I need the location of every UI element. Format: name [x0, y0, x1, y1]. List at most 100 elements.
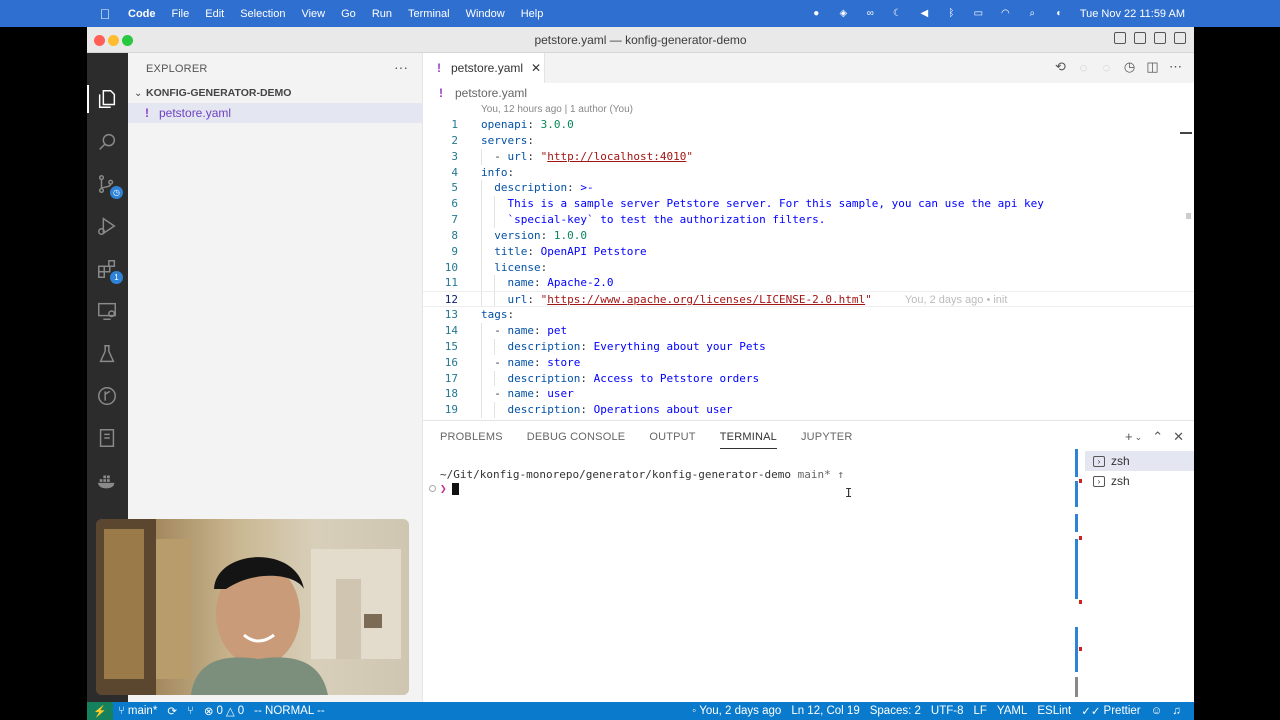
menu-code[interactable]: Code [120, 8, 164, 20]
code-line: 4 info: [451, 165, 515, 179]
encoding[interactable]: UTF-8 [926, 705, 969, 717]
explorer-icon[interactable] [95, 87, 119, 111]
wifi-icon[interactable]: ◠ [999, 8, 1012, 19]
remote-explorer-icon[interactable] [95, 299, 119, 323]
code-lines: 1 openapi: 3.0.0 2 servers: 3 - url: "http… [423, 117, 1194, 419]
tab-problems[interactable]: PROBLEMS [428, 421, 515, 453]
menu-view[interactable]: View [293, 8, 333, 20]
run-debug-icon[interactable] [95, 214, 119, 238]
tab-petstore-yaml[interactable]: ! petstore.yaml ✕ [423, 53, 545, 83]
previous-change-icon[interactable]: ◌ [1077, 60, 1090, 75]
search-icon[interactable] [95, 130, 119, 154]
customize-layout-icon[interactable] [1174, 32, 1186, 44]
git-graph-icon[interactable]: ⑂ [182, 705, 199, 717]
terminal-tab-zsh[interactable]: › zsh [1085, 471, 1194, 491]
commit-icon: ◦ [692, 705, 697, 717]
bluetooth-icon[interactable]: ᛒ [945, 8, 958, 19]
end-of-line[interactable]: LF [968, 705, 991, 717]
terminal-scrollbar[interactable] [1075, 449, 1082, 699]
toggle-panel-icon[interactable] [1134, 32, 1146, 44]
next-change-icon[interactable]: ◌ [1100, 60, 1113, 75]
tab-jupyter[interactable]: JUPYTER [789, 421, 865, 453]
sync-icon[interactable]: ⟳ [162, 704, 182, 718]
menu-go[interactable]: Go [333, 8, 364, 20]
branch-status[interactable]: ⑂ main* [113, 705, 162, 717]
codelens-blame[interactable]: You, 12 hours ago | 1 author (You) [481, 104, 633, 115]
new-terminal-icon[interactable]: + [1125, 429, 1133, 445]
terminal-tab-zsh[interactable]: › zsh [1085, 451, 1194, 471]
background-left [0, 27, 87, 720]
eslint-status[interactable]: ESLint [1032, 705, 1076, 717]
problems-status[interactable]: ⊗ 0 △ 0 [199, 704, 249, 718]
editor-actions: ⟲ ◌ ◌ ◷ ◫ ⋯ [1054, 59, 1182, 75]
search-icon[interactable]: ⌕ [1026, 8, 1039, 19]
terminal-icon: › [1093, 475, 1105, 487]
more-actions-icon[interactable]: ⋯ [1169, 59, 1182, 74]
code-editor[interactable]: You, 12 hours ago | 1 author (You) 1 open… [423, 103, 1194, 420]
git-graph-icon[interactable] [95, 384, 119, 408]
more-actions-icon[interactable]: ··· [394, 59, 408, 75]
explorer-title: EXPLORER [146, 63, 208, 75]
indentation[interactable]: Spaces: 2 [865, 705, 926, 717]
battery-icon[interactable]: ▭ [972, 8, 985, 19]
code-line: 7 `special-key` to test the authorizatio… [451, 212, 826, 228]
moon-icon[interactable]: ☾ [891, 8, 904, 19]
feedback-icon[interactable]: ☺ [1146, 705, 1168, 717]
language-mode[interactable]: YAML [992, 705, 1032, 717]
split-editor-icon[interactable]: ◫ [1146, 59, 1159, 74]
close-icon[interactable]: ✕ [531, 61, 541, 75]
chevron-down-icon[interactable]: ⌄ [1135, 429, 1143, 445]
menu-help[interactable]: Help [513, 8, 552, 20]
menu-file[interactable]: File [164, 8, 198, 20]
cursor-position[interactable]: Ln 12, Col 19 [786, 705, 864, 717]
check-icon: ✓✓ [1081, 706, 1101, 718]
notebook-icon[interactable] [95, 426, 119, 450]
remote-indicator[interactable]: ⚡ [87, 702, 113, 720]
menu-terminal[interactable]: Terminal [400, 8, 458, 20]
menu-bar-status: ● ◈ ∞ ☾ ◀ ᛒ ▭ ◠ ⌕ ◐ Tue Nov 22 11:59 AM [810, 8, 1185, 20]
notifications-bell-icon[interactable]: ♫ [1167, 705, 1186, 717]
code-line: 13 tags: [444, 308, 515, 322]
terminal-name: zsh [1111, 454, 1130, 468]
toggle-secondary-sidebar-icon[interactable] [1154, 32, 1166, 44]
glasses-icon[interactable]: ∞ [864, 8, 877, 19]
command-decoration-icon[interactable] [429, 485, 436, 492]
close-icon[interactable]: ✕ [1173, 429, 1184, 445]
tab-output[interactable]: OUTPUT [637, 421, 707, 453]
testing-icon[interactable] [95, 342, 119, 366]
menu-bar-clock[interactable]: Tue Nov 22 11:59 AM [1080, 8, 1185, 20]
source-control-icon[interactable]: ◷ [95, 172, 123, 199]
menu-run[interactable]: Run [364, 8, 400, 20]
workspace-folder[interactable]: ⌄ KONFIG-GENERATOR-DEMO [128, 83, 423, 103]
menu-selection[interactable]: Selection [232, 8, 293, 20]
code-line: 19 description: Operations about user [444, 402, 733, 419]
maximize-panel-icon[interactable]: ⌃ [1152, 429, 1163, 445]
timeline-icon[interactable]: ◷ [1123, 59, 1136, 74]
record-icon[interactable]: ● [810, 8, 823, 19]
prettier-status[interactable]: ✓✓ Prettier [1076, 704, 1145, 718]
open-changes-icon[interactable]: ⟲ [1054, 59, 1067, 74]
volume-icon[interactable]: ◀ [918, 8, 931, 19]
file-item-petstore[interactable]: ! petstore.yaml [128, 103, 423, 123]
scrollbar-thumb[interactable] [1186, 213, 1191, 219]
breadcrumb-file[interactable]: petstore.yaml [455, 86, 527, 100]
extensions-icon[interactable]: 1 [95, 257, 123, 284]
menu-window[interactable]: Window [458, 8, 513, 20]
git-blame-status[interactable]: ◦ You, 2 days ago [687, 705, 786, 717]
active-indicator [87, 85, 89, 113]
tab-debug-console[interactable]: DEBUG CONSOLE [515, 421, 638, 453]
menu-edit[interactable]: Edit [197, 8, 232, 20]
inline-blame: You, 2 days ago • init [904, 294, 1008, 307]
apple-icon[interactable]:  [90, 6, 120, 22]
toggle-sidebar-icon[interactable] [1114, 32, 1126, 44]
editor-tab-bar: ! petstore.yaml ✕ ⟲ ◌ ◌ ◷ ◫ ⋯ [423, 53, 1194, 83]
docker-icon[interactable] [95, 469, 119, 493]
code-line: 11 name: Apache-2.0 [444, 275, 614, 292]
terminal-prompt-line: ❯ [429, 482, 459, 495]
terminal-view[interactable]: ~/Git/konfig-monorepo/generator/konfig-g… [423, 453, 1078, 703]
tab-terminal[interactable]: TERMINAL [708, 421, 789, 453]
box-icon[interactable]: ◈ [837, 8, 850, 19]
minimap-marker [1180, 132, 1192, 134]
file-name: petstore.yaml [159, 106, 232, 120]
control-center-icon[interactable]: ◐ [1053, 8, 1066, 19]
